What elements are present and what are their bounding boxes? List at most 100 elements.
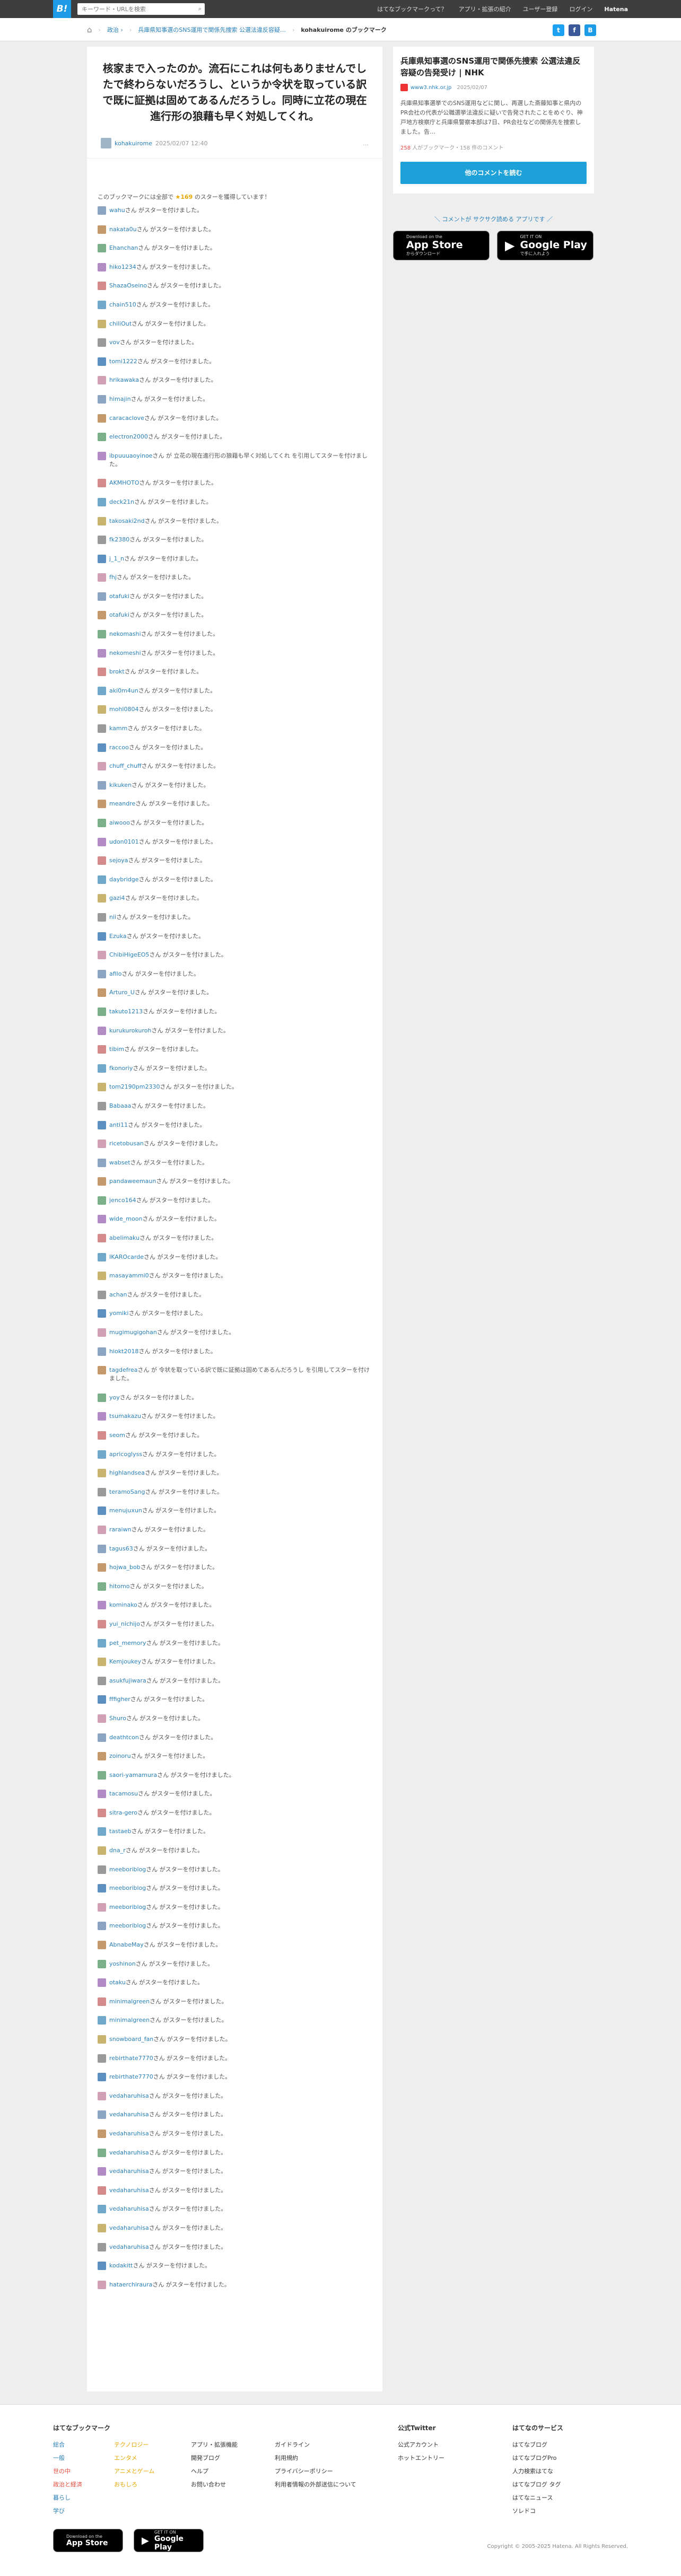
avatar[interactable] <box>98 1177 106 1186</box>
star-user-link[interactable]: masayammi0 <box>109 1272 149 1279</box>
footer-link[interactable]: 人力検索はてな <box>512 2465 563 2478</box>
avatar[interactable] <box>98 1120 106 1129</box>
star-user-link[interactable]: kominako <box>109 1601 137 1608</box>
star-user-link[interactable]: ibpuuuaoyinoe <box>109 452 152 459</box>
avatar[interactable] <box>98 1544 106 1553</box>
star-user-link[interactable]: mohl0804 <box>109 706 138 713</box>
google-play-button[interactable]: ▶ GET IT ON Google Play で手に入れよう <box>497 231 593 260</box>
star-user-link[interactable]: tacamosu <box>109 1790 138 1797</box>
footer-link[interactable]: はてなブログ タグ <box>512 2478 563 2491</box>
star-user-link[interactable]: achan <box>109 1291 127 1298</box>
avatar[interactable] <box>98 649 106 658</box>
footer-link[interactable]: はてなブログPro <box>512 2451 563 2465</box>
avatar[interactable] <box>98 724 106 733</box>
star-user-link[interactable]: himajin <box>109 396 131 402</box>
footer-link[interactable]: はてなニュース <box>512 2491 563 2504</box>
avatar[interactable] <box>98 1733 106 1742</box>
avatar[interactable] <box>98 479 106 488</box>
star-user-link[interactable]: kamm <box>109 725 127 732</box>
star-user-link[interactable]: apricoglyss <box>109 1451 142 1458</box>
avatar[interactable] <box>98 988 106 997</box>
footer-link[interactable]: 開発ブログ <box>191 2451 238 2465</box>
avatar[interactable] <box>98 1619 106 1628</box>
google-play-button[interactable]: ▶ GET IT ON Google Play <box>134 2529 204 2552</box>
star-user-link[interactable]: tom2190pm2330 <box>109 1083 160 1090</box>
star-user-link[interactable]: Kemjoukey <box>109 1658 141 1665</box>
star-user-link[interactable]: aiwooo <box>109 819 130 826</box>
star-user-link[interactable]: sitra-gero <box>109 1809 137 1816</box>
star-user-link[interactable]: hitomo <box>109 1583 130 1590</box>
star-user-link[interactable]: tsumakazu <box>109 1413 141 1420</box>
footer-link[interactable]: アニメとゲーム <box>114 2465 154 2478</box>
star-user-link[interactable]: hiokt2018 <box>109 1348 138 1355</box>
star-user-link[interactable]: Arturo_U <box>109 989 135 996</box>
avatar[interactable] <box>98 2129 106 2138</box>
nav-hatena[interactable]: Hatena <box>604 6 628 13</box>
more-menu-icon[interactable]: … <box>363 140 369 147</box>
avatar[interactable] <box>98 1978 106 1987</box>
footer-link[interactable]: 利用者情報の外部送信について <box>275 2478 356 2491</box>
footer-link[interactable]: お問い合わせ <box>191 2478 238 2491</box>
star-user-link[interactable]: wahu <box>109 207 125 214</box>
star-user-link[interactable]: pet_memory <box>109 1640 146 1646</box>
avatar[interactable] <box>98 1563 106 1572</box>
avatar[interactable] <box>98 1007 106 1016</box>
star-user-link[interactable]: anti11 <box>109 1121 128 1128</box>
star-user-link[interactable]: asukfujiwara <box>109 1677 146 1684</box>
star-user-link[interactable]: AbnabeMay <box>109 1941 144 1948</box>
star-user-link[interactable]: dna_r <box>109 1847 126 1854</box>
star-user-link[interactable]: chain510 <box>109 301 136 308</box>
footer-link[interactable]: アプリ・拡張機能 <box>191 2438 238 2451</box>
avatar[interactable] <box>98 2186 106 2195</box>
breadcrumb-category[interactable]: 政治 › <box>107 25 123 34</box>
star-user-link[interactable]: electron2000 <box>109 433 148 440</box>
avatar[interactable] <box>98 376 106 385</box>
avatar[interactable] <box>98 1752 106 1761</box>
avatar[interactable] <box>98 433 106 442</box>
avatar[interactable] <box>98 2073 106 2082</box>
avatar[interactable] <box>98 1922 106 1931</box>
entry-title[interactable]: 兵庫県知事選のSNS運用で関係先捜索 公選法違反容疑の告発受け | NHK <box>400 56 580 77</box>
avatar[interactable] <box>98 2262 106 2271</box>
avatar[interactable] <box>98 554 106 563</box>
avatar[interactable] <box>98 1431 106 1440</box>
star-user-link[interactable]: menujuxun <box>109 1507 142 1514</box>
avatar[interactable] <box>98 1196 106 1205</box>
star-user-link[interactable]: vov <box>109 339 120 346</box>
star-user-link[interactable]: wabset <box>109 1159 130 1166</box>
entry-domain[interactable]: www3.nhk.or.jp <box>411 85 451 91</box>
star-user-link[interactable]: pandaweemaun <box>109 1178 156 1185</box>
avatar[interactable] <box>98 1771 106 1780</box>
star-user-link[interactable]: Babaaa <box>109 1102 132 1109</box>
avatar[interactable] <box>98 951 106 960</box>
star-user-link[interactable]: meeboriblog <box>109 1904 146 1911</box>
star-user-link[interactable]: snowboard_fan <box>109 2036 153 2043</box>
star-user-link[interactable]: minimalgreen <box>109 2017 150 2023</box>
star-user-link[interactable]: yui_nichijo <box>109 1620 140 1627</box>
search-icon[interactable]: ⌕ <box>198 5 202 13</box>
star-user-link[interactable]: raraiwn <box>109 1526 132 1533</box>
avatar[interactable] <box>98 1234 106 1243</box>
avatar[interactable] <box>98 592 106 601</box>
avatar[interactable] <box>98 1347 106 1356</box>
avatar[interactable] <box>98 1903 106 1912</box>
avatar[interactable] <box>98 1328 106 1337</box>
avatar[interactable] <box>98 225 106 234</box>
star-user-link[interactable]: hataerchiraura <box>109 2281 152 2288</box>
avatar[interactable] <box>98 1601 106 1610</box>
star-user-link[interactable]: yoshinon <box>109 1960 136 1967</box>
avatar[interactable] <box>98 1450 106 1459</box>
avatar[interactable] <box>98 206 106 215</box>
footer-link[interactable]: ヘルプ <box>191 2465 238 2478</box>
star-user-link[interactable]: rebirthate7770 <box>109 2055 153 2062</box>
avatar[interactable] <box>98 819 106 827</box>
avatar[interactable] <box>98 1045 106 1054</box>
star-user-link[interactable]: caracaclove <box>109 415 144 422</box>
star-user-link[interactable]: meandre <box>109 800 135 807</box>
star-user-link[interactable]: yoy <box>109 1394 120 1401</box>
avatar[interactable] <box>98 2167 106 2176</box>
star-user-link[interactable]: nakata0u <box>109 226 137 233</box>
star-user-link[interactable]: hojwa_bob <box>109 1564 141 1571</box>
avatar[interactable] <box>98 762 106 771</box>
star-user-link[interactable]: fk2380 <box>109 536 129 543</box>
